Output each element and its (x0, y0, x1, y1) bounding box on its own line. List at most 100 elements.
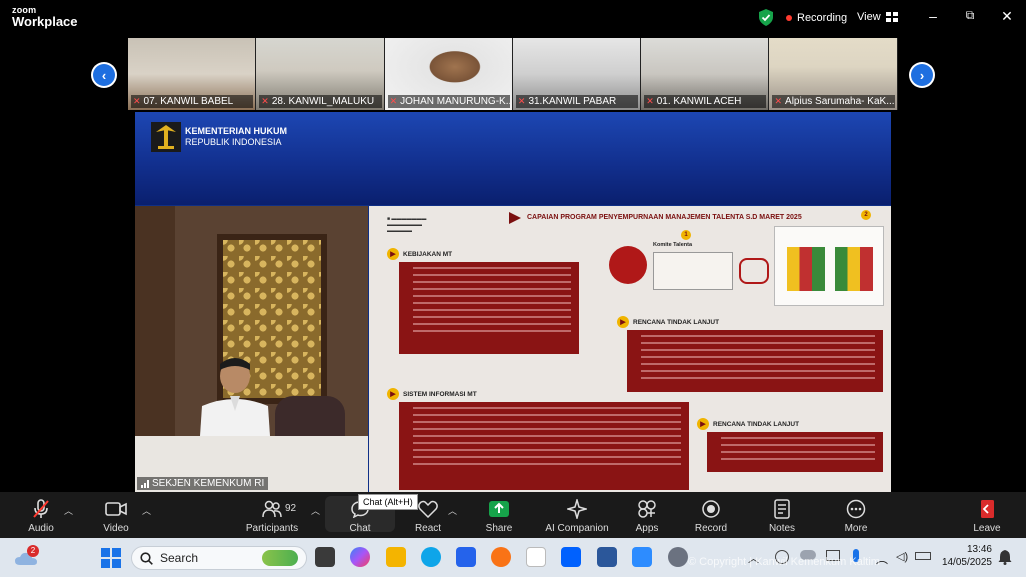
view-button[interactable]: View (857, 11, 898, 23)
sistem-informasi-content-box (399, 402, 689, 490)
settings-gear-icon[interactable] (668, 547, 688, 567)
speaker-video[interactable]: SEKJEN KEMENKUM RI (135, 206, 368, 492)
participant-tile[interactable]: ✕ JOHAN MANURUNG-K... (384, 38, 513, 110)
participant-name: ✕ 28. KANWIL_MALUKU (259, 95, 382, 108)
notifications-bell-icon[interactable] (998, 549, 1012, 565)
ministry-name: KEMENTERIAN HUKUM REPUBLIK INDONESIA (185, 126, 287, 148)
recording-dot-icon (786, 15, 792, 21)
react-options-chevron-icon[interactable]: ︿ (448, 504, 457, 517)
battery-icon[interactable] (915, 552, 931, 560)
komite-output-box (739, 258, 769, 284)
speaker-name-label: SEKJEN KEMENKUM RI (137, 477, 269, 490)
rencana-content-box-1 (627, 330, 883, 392)
participant-name: ✕ 07. KANWIL BABEL (131, 95, 254, 108)
participant-tile[interactable]: ✕ Alpius Sarumaha- KaK... (769, 38, 898, 110)
mic-off-icon: ✕ (646, 96, 654, 106)
participant-name: ✕ 31.KANWIL PABAR (515, 95, 639, 108)
audio-options-chevron-icon[interactable]: ︿ (64, 504, 73, 517)
meeting-toolbar: Audio ︿ Video ︿ Participants ︿ Chat Reac… (0, 492, 1026, 538)
file-explorer-icon[interactable] (386, 547, 406, 567)
title-bar: zoom Workplace Recording View – ⧉ ✕ (0, 0, 1026, 36)
copilot-icon[interactable] (350, 547, 370, 567)
participant-tile[interactable]: ✕ 07. KANWIL BABEL (128, 38, 257, 110)
next-page-button[interactable]: › (909, 62, 935, 88)
participants-button[interactable]: Participants (237, 498, 307, 534)
komite-icon (609, 246, 647, 284)
clock-date: 14/05/2025 (941, 557, 992, 568)
more-button[interactable]: More (821, 498, 891, 534)
store-icon[interactable] (456, 547, 476, 567)
chat-label: Chat (349, 523, 371, 534)
komite-label: Komite Talenta (653, 242, 693, 248)
participant-name: ✕ JOHAN MANURUNG-K... (387, 95, 510, 108)
amazon-icon[interactable] (526, 547, 546, 567)
ministry-line-2: REPUBLIK INDONESIA (185, 137, 282, 147)
zoom-taskbar-icon[interactable] (632, 547, 652, 567)
ministry-header: KEMENTERIAN HUKUM REPUBLIK INDONESIA (135, 112, 891, 205)
participant-tile[interactable]: ✕ 31.KANWIL PABAR (512, 38, 642, 110)
mic-off-icon: ✕ (774, 96, 783, 106)
encryption-shield-icon[interactable] (758, 9, 774, 26)
previous-page-button[interactable]: ‹ (91, 62, 117, 88)
share-button[interactable]: Share (464, 498, 534, 534)
minimize-button[interactable]: – (923, 8, 943, 24)
recording-indicator[interactable]: Recording (786, 12, 847, 24)
section-rencana-tindak-lanjut-2: ▶ RENCANA TINDAK LANJUT (697, 418, 799, 430)
recording-label: Recording (797, 12, 848, 24)
slide-title: CAPAIAN PROGRAM PENYEMPURNAAN MANAJEMEN … (527, 214, 802, 221)
weather-notification-badge: 2 (27, 545, 39, 557)
task-view-icon[interactable] (315, 547, 335, 567)
taskbar-search[interactable]: Search (131, 546, 307, 570)
zoom-logo: zoom Workplace (12, 5, 78, 29)
restore-button[interactable]: ⧉ (960, 8, 980, 23)
apps-button[interactable]: Apps (612, 498, 682, 534)
ai-companion-button[interactable]: AI Companion (538, 498, 616, 534)
participant-name: ✕ Alpius Sarumaha- KaK... (772, 95, 895, 108)
close-button[interactable]: ✕ (997, 8, 1017, 25)
windows-start-icon[interactable] (101, 548, 121, 568)
slide-page-number: 2 (861, 210, 871, 220)
dropbox-icon[interactable] (561, 547, 581, 567)
step-badge: 1 (681, 230, 691, 240)
participant-tile[interactable]: ✕ 28. KANWIL_MALUKU (256, 38, 385, 110)
kebijakan-content-box (399, 262, 579, 354)
chevron-left-icon: ‹ (93, 64, 115, 86)
participants-options-chevron-icon[interactable]: ︿ (311, 504, 320, 517)
title-arrow-icon (509, 212, 521, 224)
heart-icon (418, 500, 438, 518)
volume-icon[interactable]: ◁) (896, 550, 908, 563)
firefox-icon[interactable] (491, 547, 511, 567)
slide-header-logo: ■ ▬▬▬▬▬▬▬ ▬▬▬▬▬▬▬ ▬▬▬▬▬ (387, 216, 427, 234)
mic-off-icon: ✕ (389, 96, 398, 106)
record-icon (702, 500, 720, 518)
word-icon[interactable] (597, 547, 617, 567)
mic-muted-icon (33, 499, 49, 518)
chat-tooltip: Chat (Alt+H) (358, 494, 418, 510)
record-button[interactable]: Record (676, 498, 746, 534)
shared-screen: KEMENTERIAN HUKUM REPUBLIK INDONESIA SEK… (135, 112, 891, 492)
participant-name: ✕ 01. KANWIL ACEH (644, 95, 767, 108)
video-options-chevron-icon[interactable]: ︿ (142, 504, 151, 517)
participant-tile[interactable]: ✕ 01. KANWIL ACEH (641, 38, 770, 110)
video-label: Video (103, 523, 129, 534)
search-placeholder: Search (160, 551, 199, 565)
talent-matrix (774, 226, 884, 306)
notes-label: Notes (768, 523, 796, 534)
brand-bottom: Workplace (12, 14, 78, 29)
ai-companion-label: AI Companion (545, 523, 609, 534)
section-rencana-tindak-lanjut-1: ▶ RENCANA TINDAK LANJUT (617, 316, 719, 328)
edge-browser-icon[interactable] (421, 547, 441, 567)
more-label: More (844, 523, 868, 534)
share-screen-icon (489, 501, 509, 517)
participants-label: Participants (245, 523, 299, 534)
clock-time: 13:46 (966, 544, 992, 555)
video-button[interactable]: Video (81, 498, 151, 534)
leave-button[interactable]: Leave (952, 498, 1022, 534)
notes-button[interactable]: Notes (747, 498, 817, 534)
view-label: View (857, 11, 881, 23)
participants-icon (262, 500, 282, 518)
taskbar-clock[interactable]: 13:46 14/05/2025 (942, 543, 992, 569)
chevron-right-icon: › (911, 64, 933, 86)
ministry-emblem-icon (151, 122, 181, 152)
nine-box-grid (835, 247, 873, 291)
